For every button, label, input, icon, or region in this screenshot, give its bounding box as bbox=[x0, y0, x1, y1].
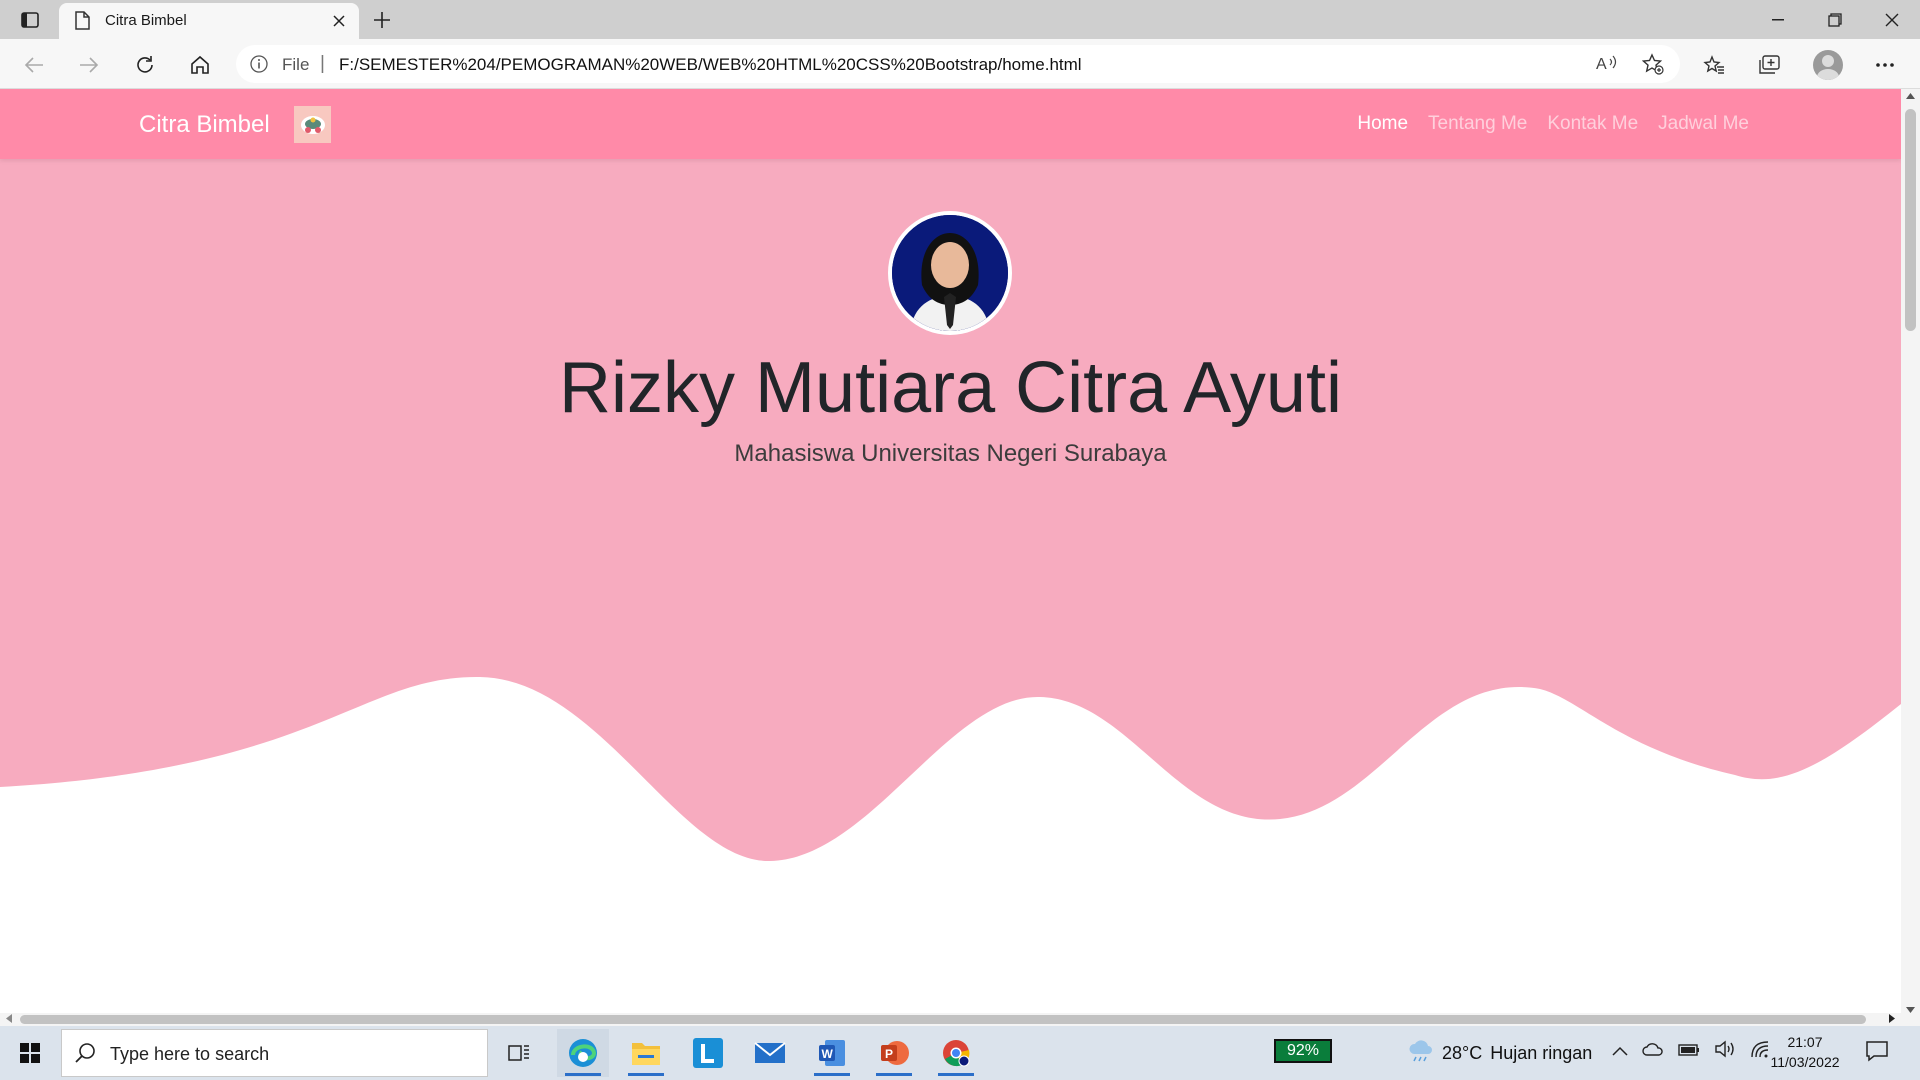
add-favorite-icon[interactable] bbox=[1641, 53, 1664, 80]
favorites-icon[interactable] bbox=[1697, 48, 1731, 82]
hero-title: Rizky Mutiara Citra Ayuti bbox=[559, 348, 1342, 428]
close-tab-icon[interactable] bbox=[327, 9, 351, 33]
vertical-scrollbar[interactable] bbox=[1901, 89, 1920, 1013]
svg-text:P: P bbox=[885, 1047, 893, 1061]
browser-toolbar: File | F:/SEMESTER%204/PEMOGRAMAN%20WEB/… bbox=[0, 39, 1920, 89]
taskbar-clock[interactable]: 21:07 11/03/2022 bbox=[1762, 1032, 1848, 1072]
svg-text:W: W bbox=[822, 1047, 834, 1061]
collections-icon[interactable] bbox=[1752, 48, 1786, 82]
word-icon[interactable]: W bbox=[806, 1029, 858, 1077]
battery-icon[interactable] bbox=[1678, 1043, 1700, 1061]
scroll-left-icon[interactable] bbox=[6, 1014, 12, 1023]
l-app-icon[interactable] bbox=[682, 1029, 734, 1077]
system-tray bbox=[1612, 1040, 1770, 1063]
horizontal-scrollbar[interactable] bbox=[0, 1013, 1901, 1026]
onedrive-cloud-icon[interactable] bbox=[1642, 1042, 1664, 1061]
screen: Citra Bimbel File | F:/SEMESTER%204/PEMO… bbox=[0, 0, 1920, 1080]
refresh-icon[interactable] bbox=[128, 48, 162, 82]
mail-icon[interactable] bbox=[744, 1029, 796, 1077]
tab-actions-icon[interactable] bbox=[12, 6, 48, 34]
nav-tentang-me[interactable]: Tentang Me bbox=[1428, 113, 1527, 135]
file-explorer-icon[interactable] bbox=[620, 1029, 672, 1077]
tab-title: Citra Bimbel bbox=[105, 12, 187, 29]
site-navbar: Citra Bimbel Home Tentang Me Kontak Me J… bbox=[0, 89, 1901, 159]
edge-icon[interactable] bbox=[557, 1029, 609, 1077]
back-icon[interactable] bbox=[17, 48, 51, 82]
weather-widget[interactable]: 28°C Hujan ringan bbox=[1408, 1040, 1592, 1067]
search-icon bbox=[74, 1042, 96, 1069]
tab-bar: Citra Bimbel bbox=[0, 0, 1920, 39]
site-brand[interactable]: Citra Bimbel bbox=[139, 111, 270, 139]
more-options-icon[interactable] bbox=[1868, 48, 1902, 82]
page-viewport: Citra Bimbel Home Tentang Me Kontak Me J… bbox=[0, 89, 1901, 1013]
hero-subtitle: Mahasiswa Universitas Negeri Surabaya bbox=[734, 440, 1167, 467]
restore-icon[interactable] bbox=[1806, 0, 1863, 39]
clock-time: 21:07 bbox=[1787, 1034, 1823, 1050]
notification-icon[interactable] bbox=[1866, 1040, 1888, 1067]
vertical-scroll-thumb[interactable] bbox=[1905, 109, 1916, 331]
volume-icon[interactable] bbox=[1714, 1040, 1736, 1063]
task-view-icon[interactable] bbox=[493, 1029, 545, 1077]
address-bar[interactable]: File | F:/SEMESTER%204/PEMOGRAMAN%20WEB/… bbox=[236, 45, 1680, 83]
chevron-up-icon[interactable] bbox=[1612, 1043, 1628, 1061]
forward-icon[interactable] bbox=[72, 48, 106, 82]
home-icon[interactable] bbox=[183, 48, 217, 82]
window-controls bbox=[1749, 0, 1920, 39]
close-window-icon[interactable] bbox=[1863, 0, 1920, 39]
windows-taskbar: Type here to search W P 92% 28°C Hujan r… bbox=[0, 1026, 1920, 1080]
address-scheme: File bbox=[282, 55, 310, 74]
profile-photo bbox=[888, 211, 1012, 335]
taskbar-search-box[interactable]: Type here to search bbox=[61, 1029, 488, 1077]
powerpoint-icon[interactable]: P bbox=[868, 1029, 920, 1077]
address-separator: | bbox=[320, 53, 325, 74]
info-icon[interactable] bbox=[250, 55, 268, 78]
battery-widget-label: 92% bbox=[1286, 1042, 1320, 1059]
nav-kontak-me[interactable]: Kontak Me bbox=[1547, 113, 1638, 135]
weather-description: Hujan ringan bbox=[1490, 1043, 1593, 1063]
document-icon bbox=[74, 11, 90, 35]
nav-home[interactable]: Home bbox=[1357, 113, 1408, 135]
new-tab-icon[interactable] bbox=[368, 6, 396, 34]
scroll-right-icon[interactable] bbox=[1889, 1014, 1895, 1023]
chrome-icon[interactable] bbox=[930, 1029, 982, 1077]
address-url[interactable]: F:/SEMESTER%204/PEMOGRAMAN%20WEB/WEB%20H… bbox=[339, 55, 1082, 75]
scrollbar-corner bbox=[1901, 1013, 1920, 1026]
browser-tab[interactable]: Citra Bimbel bbox=[59, 3, 359, 39]
nav-links: Home Tentang Me Kontak Me Jadwal Me bbox=[1357, 113, 1749, 135]
weather-temperature: 28°C bbox=[1442, 1043, 1483, 1063]
windows-start-icon[interactable] bbox=[10, 1038, 50, 1068]
scroll-up-icon[interactable] bbox=[1906, 93, 1915, 99]
clock-date: 11/03/2022 bbox=[1770, 1054, 1840, 1070]
brand-logo[interactable] bbox=[294, 106, 331, 143]
profile-avatar-icon[interactable] bbox=[1813, 50, 1843, 80]
horizontal-scroll-thumb[interactable] bbox=[20, 1015, 1866, 1024]
read-aloud-icon[interactable]: A bbox=[1596, 53, 1618, 78]
battery-widget[interactable]: 92% bbox=[1274, 1039, 1332, 1063]
svg-text:A: A bbox=[1596, 56, 1607, 73]
rain-cloud-icon bbox=[1408, 1040, 1434, 1067]
search-placeholder: Type here to search bbox=[110, 1044, 270, 1064]
minimize-icon[interactable] bbox=[1749, 0, 1806, 39]
nav-jadwal-me[interactable]: Jadwal Me bbox=[1658, 113, 1749, 135]
